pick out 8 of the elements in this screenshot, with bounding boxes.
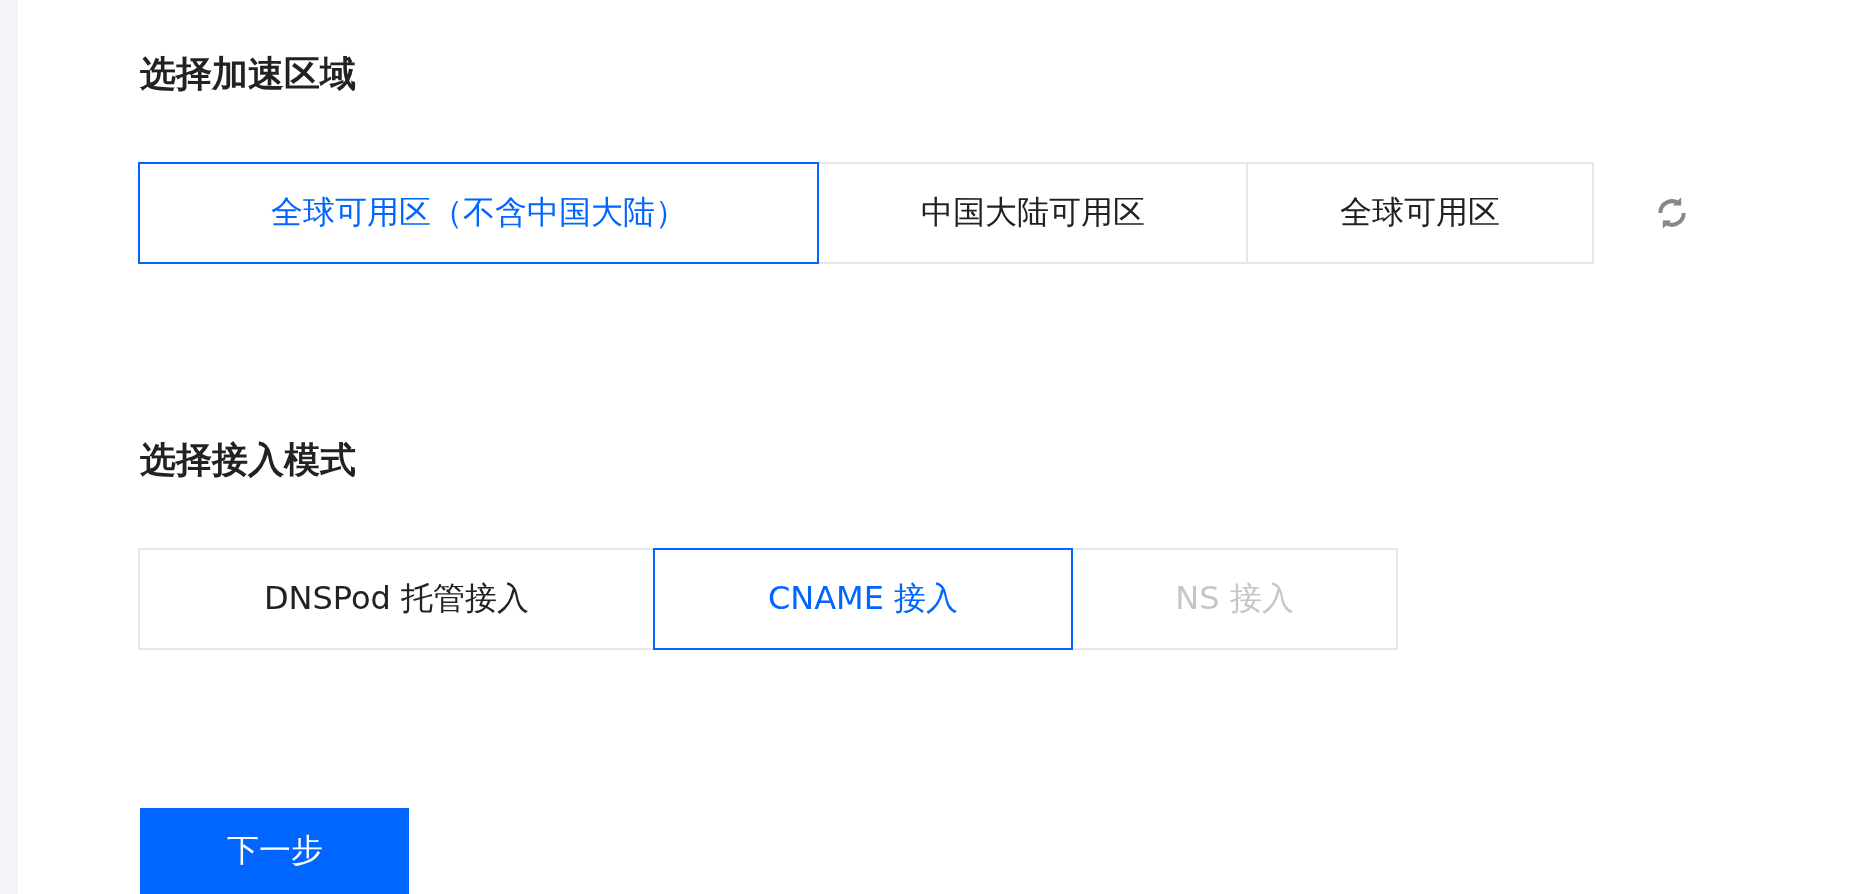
section-title: 选择接入模式 xyxy=(140,438,357,482)
section-title: 选择加速区域 xyxy=(140,52,357,96)
segment-option[interactable]: 全球可用区 xyxy=(1246,162,1594,264)
segment-option[interactable]: 全球可用区（不含中国大陆） xyxy=(138,162,819,264)
segment-option[interactable]: CNAME 接入 xyxy=(653,548,1073,650)
segment-option[interactable]: DNSPod 托管接入 xyxy=(138,548,655,650)
segment-option[interactable]: 中国大陆可用区 xyxy=(817,162,1248,264)
next-button[interactable]: 下一步 xyxy=(140,808,409,894)
